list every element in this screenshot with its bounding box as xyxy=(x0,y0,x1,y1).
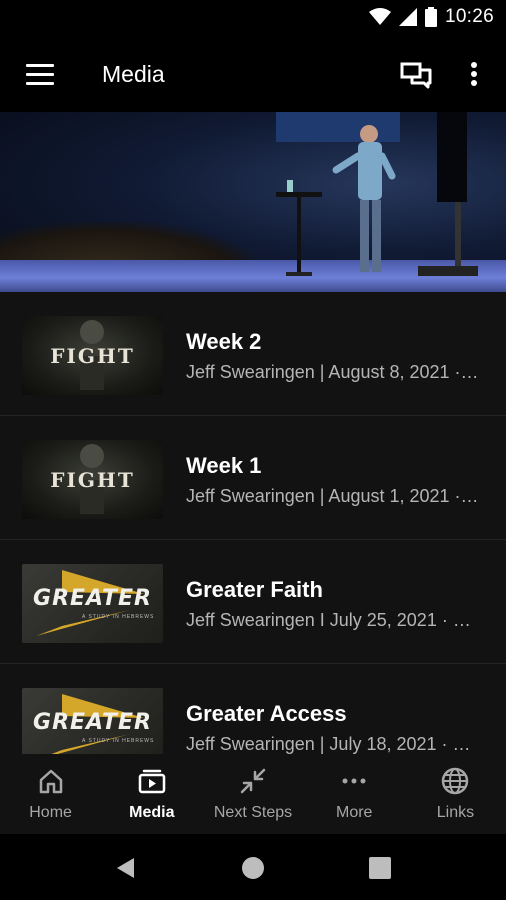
media-item-greater-faith[interactable]: GREATER A STUDY IN HEBREWS Greater Faith… xyxy=(0,540,506,664)
overflow-menu-button[interactable] xyxy=(464,60,484,90)
home-icon xyxy=(39,769,62,794)
media-item-subtitle: Jeff Swearingen | August 1, 2021 · Fight xyxy=(186,486,482,506)
more-horizontal-icon xyxy=(342,778,366,784)
nav-item-media[interactable]: Media xyxy=(101,754,202,834)
nav-label: Media xyxy=(129,804,175,821)
media-item-week-2[interactable]: FIGHT Week 2 Jeff Swearingen | August 8,… xyxy=(0,292,506,416)
nav-label: Home xyxy=(29,804,72,821)
bottom-navigation: Home Media Next Steps More Links xyxy=(0,754,506,834)
media-item-subtitle: Jeff Swearingen | July 18, 2021 · Greate… xyxy=(186,734,482,754)
nav-label: Next Steps xyxy=(213,804,293,821)
media-item-subtitle: Jeff Swearingen | August 8, 2021 · Fight xyxy=(186,362,482,382)
globe-icon xyxy=(442,767,469,795)
thumbnail-subtitle: A STUDY IN HEBREWS xyxy=(82,614,155,620)
media-thumbnail: FIGHT xyxy=(22,316,163,395)
chat-icon xyxy=(400,62,432,89)
media-item-title: Greater Faith xyxy=(186,577,323,602)
page-title: Media xyxy=(102,61,165,87)
recents-icon[interactable] xyxy=(368,856,392,880)
battery-icon xyxy=(424,7,437,27)
hero-image[interactable] xyxy=(0,112,506,292)
more-vertical-icon xyxy=(471,62,477,86)
signal-icon xyxy=(398,8,417,26)
media-item-week-1[interactable]: FIGHT Week 1 Jeff Swearingen | August 1,… xyxy=(0,416,506,540)
status-icons: 10:26 xyxy=(368,6,494,28)
speaker-figure xyxy=(276,112,478,276)
nav-item-home[interactable]: Home xyxy=(0,754,101,834)
status-time: 10:26 xyxy=(444,6,494,27)
menu-button[interactable] xyxy=(26,64,54,86)
media-thumbnail: GREATER A STUDY IN HEBREWS xyxy=(22,564,163,643)
wifi-icon xyxy=(368,8,391,25)
home-circle-icon[interactable] xyxy=(241,856,265,880)
media-item-title: Greater Access xyxy=(186,701,347,726)
nav-label: More xyxy=(335,804,373,821)
thumbnail-subtitle: A STUDY IN HEBREWS xyxy=(82,738,155,744)
chat-button[interactable] xyxy=(400,60,432,90)
system-navigation-bar xyxy=(0,834,506,900)
nav-item-links[interactable]: Links xyxy=(405,754,506,834)
nav-item-more[interactable]: More xyxy=(304,754,405,834)
media-icon xyxy=(138,769,166,794)
media-item-subtitle: Jeff Swearingen I July 25, 2021 · Greate… xyxy=(186,610,482,630)
thumbnail-title: FIGHT xyxy=(50,468,135,492)
status-bar: 10:26 xyxy=(0,0,506,38)
media-list: FIGHT Week 2 Jeff Swearingen | August 8,… xyxy=(0,292,506,754)
app-bar: Media xyxy=(0,38,506,112)
menu-icon xyxy=(26,64,54,67)
media-thumbnail: GREATER A STUDY IN HEBREWS xyxy=(22,688,163,754)
nav-item-next-steps[interactable]: Next Steps xyxy=(202,754,303,834)
back-icon[interactable] xyxy=(114,856,138,880)
media-item-greater-access[interactable]: GREATER A STUDY IN HEBREWS Greater Acces… xyxy=(0,664,506,754)
thumbnail-title: GREATER xyxy=(33,710,152,735)
media-item-title: Week 2 xyxy=(186,329,262,354)
nav-label: Links xyxy=(436,804,475,821)
thumbnail-title: FIGHT xyxy=(50,344,135,368)
media-item-title: Week 1 xyxy=(186,453,262,478)
thumbnail-title: GREATER xyxy=(33,586,152,611)
collapse-arrows-icon xyxy=(240,768,266,794)
media-thumbnail: FIGHT xyxy=(22,440,163,519)
